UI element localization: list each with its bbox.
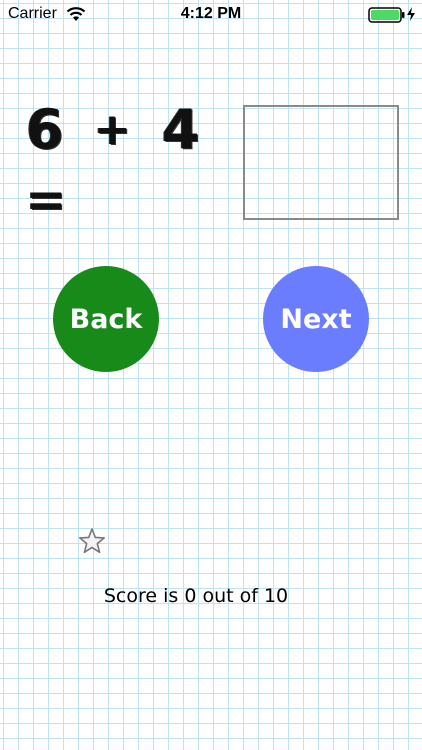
answer-input-box[interactable]: [243, 105, 399, 220]
equals-sign: =: [26, 172, 67, 228]
bolt-icon: [407, 7, 415, 21]
clock-time: 4:12 PM: [180, 5, 242, 22]
battery-icon: [368, 7, 405, 23]
operand-a: 6: [26, 98, 64, 161]
status-bar: Carrier 4:12 PM: [0, 0, 422, 30]
next-button[interactable]: Next: [263, 266, 369, 372]
star-outline-icon[interactable]: [78, 527, 106, 555]
back-button[interactable]: Back: [53, 266, 159, 372]
operator-plus: +: [94, 104, 131, 155]
operand-b: 4: [162, 98, 200, 161]
score-text: Score is 0 out of 10: [103, 585, 289, 607]
